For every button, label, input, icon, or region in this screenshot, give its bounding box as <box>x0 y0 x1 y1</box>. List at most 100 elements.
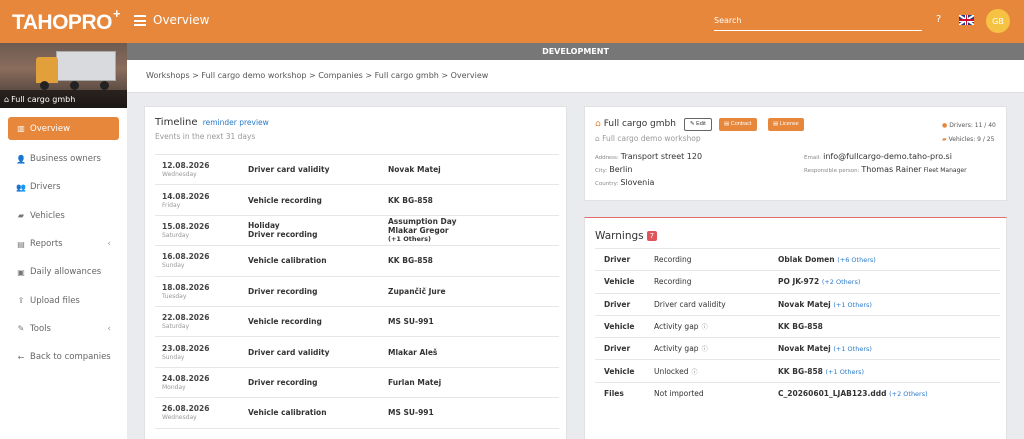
warning-object: KK BG-858 <box>778 314 1000 338</box>
event-object: Zupančič Jure <box>388 286 446 296</box>
warning-row[interactable]: Vehicle Recording PO JK-972 (+2 Others) <box>595 270 1000 294</box>
timeline-row[interactable]: 24.08.2026 Monday Driver recording Furlan M… <box>155 366 559 398</box>
contract-button[interactable]: ▤ Contract <box>719 118 757 131</box>
sidebar-item-drivers[interactable]: 👥 Drivers <box>0 173 127 201</box>
truck-wheel-graphic <box>40 81 49 90</box>
truck-wheel-graphic <box>70 81 79 90</box>
timeline-row[interactable]: 14.08.2026 Friday Vehicle recording KK BG-8… <box>155 184 559 216</box>
timeline-row[interactable]: 15.08.2026 Saturday Holiday Driver recordin… <box>155 214 559 246</box>
timeline-card: Timeline reminder preview Events in the … <box>144 106 567 439</box>
warning-object: PO JK-972 (+2 Others) <box>778 270 1000 294</box>
event-object: MS SU-991 <box>388 317 434 327</box>
breadcrumb[interactable]: Workshops > Full cargo demo workshop > C… <box>146 71 488 80</box>
home-icon: ⌂ <box>4 95 10 104</box>
others-link[interactable]: (+1 Others) <box>833 345 872 353</box>
search-input[interactable] <box>714 13 922 25</box>
timeline-row[interactable]: 26.08.2026 Wednesday Vehicle calibration MS… <box>155 397 559 429</box>
app-logo[interactable]: TAHOPRO+ <box>12 6 121 35</box>
truck-wheel-graphic <box>100 81 109 90</box>
edit-button[interactable]: ✎ Edit <box>684 118 712 131</box>
event-type-cell: Vehicle calibration <box>248 245 388 277</box>
home-icon: ⌂ <box>595 119 601 129</box>
event-type: Vehicle calibration <box>248 256 327 266</box>
search-box[interactable] <box>714 13 922 31</box>
others-link[interactable]: (+6 Others) <box>837 256 876 264</box>
warning-type: Activity gap ⓘ <box>654 337 778 360</box>
environment-banner: DEVELOPMENT <box>127 43 1024 60</box>
sidebar-nav: ▥ Overview 👤 Business owners 👥 Drivers ▰ Veh… <box>0 108 127 371</box>
event-date: 24.08.2026 Monday <box>155 366 248 398</box>
timeline-row[interactable]: 22.08.2026 Saturday Vehicle recording MS SU… <box>155 305 559 337</box>
info-circle-icon[interactable]: ⓘ <box>692 369 698 376</box>
report-icon: ▤ <box>17 239 25 249</box>
driver-icon: ● <box>942 122 948 129</box>
warning-object: KK BG-858 (+1 Others) <box>778 359 1000 383</box>
reminder-preview-link[interactable]: reminder preview <box>203 118 269 127</box>
event-object: KK BG-858 <box>388 195 433 205</box>
info-circle-icon[interactable]: ⓘ <box>702 324 708 331</box>
event-type-cell: Vehicle recording <box>248 184 388 216</box>
event-object-cell: Mlakar Aleš <box>388 336 559 368</box>
warnings-title: Warnings 7 <box>595 230 658 242</box>
truck-cab-graphic <box>36 57 58 83</box>
warning-row[interactable]: Vehicle Activity gap ⓘ KK BG-858 <box>595 314 1000 338</box>
page-title: Overview <box>153 13 210 27</box>
sidebar-item-upload-files[interactable]: ⇪ Upload files <box>0 286 127 314</box>
warnings-table: Driver Recording Oblak Domen (+6 Others) Ve… <box>595 247 1000 405</box>
event-type: Driver recording <box>248 286 318 296</box>
event-date: 16.08.2026 Sunday <box>155 245 248 277</box>
info-circle-icon[interactable]: ⓘ <box>702 346 708 353</box>
warning-object: Novak Matej (+1 Others) <box>778 292 1000 316</box>
user-avatar[interactable]: GB <box>986 9 1010 33</box>
others-link[interactable]: (+1 Others) <box>833 301 872 309</box>
sidebar-item-back-to-companies[interactable]: ← Back to companies <box>0 343 127 371</box>
warning-row[interactable]: Files Not imported C_20260601_LJAB123.ddd … <box>595 381 1000 405</box>
country-field: Country: Slovenia <box>595 178 655 187</box>
others-link[interactable]: (+2 Others) <box>822 278 861 286</box>
event-type-cell: Driver recording <box>248 427 388 439</box>
others-link[interactable]: (+2 Others) <box>889 390 928 398</box>
drivers-count: ● Drivers: 11 / 40 <box>942 122 996 129</box>
hamburger-menu-icon[interactable] <box>134 15 146 26</box>
event-type-cell: Driver recording <box>248 366 388 398</box>
event-date: 12.08.2026 Wednesday <box>155 153 248 185</box>
event-object-cell: MS SU-991 <box>388 397 559 429</box>
sidebar-item-daily-allowances[interactable]: ▣ Daily allowances <box>0 258 127 286</box>
event-object: Assumption Day <box>388 217 457 227</box>
event-type: Holiday <box>248 221 280 231</box>
others-link[interactable]: (+1 Others) <box>388 235 559 243</box>
language-flag-icon[interactable] <box>959 15 974 25</box>
event-date: 26.08.2026 Wednesday <box>155 397 248 429</box>
sidebar-item-business-owners[interactable]: 👤 Business owners <box>0 145 127 173</box>
warning-row[interactable]: Driver Activity gap ⓘ Novak Matej (+1 Other… <box>595 337 1000 360</box>
event-type-cell: Driver recording <box>248 275 388 307</box>
license-button[interactable]: ▤ License <box>768 118 804 131</box>
warning-row[interactable]: Driver Driver card validity Novak Matej (+… <box>595 292 1000 316</box>
sidebar-item-tools[interactable]: ✎ Tools ‹ <box>0 315 127 343</box>
event-object: Mlakar Gregor (+1 Others) <box>388 226 559 243</box>
event-date: 29.08.2026 <box>155 427 248 439</box>
sidebar-item-overview[interactable]: ▥ Overview <box>8 117 119 140</box>
timeline-row[interactable]: 12.08.2026 Wednesday Driver card validity N… <box>155 153 559 185</box>
sidebar-item-vehicles[interactable]: ▰ Vehicles <box>0 202 127 230</box>
timeline-title: Timeline reminder preview <box>155 117 269 128</box>
chart-icon: ▥ <box>17 124 25 133</box>
event-type: Driver card validity <box>248 165 330 175</box>
timeline-row[interactable]: 23.08.2026 Sunday Driver card validity Mlak… <box>155 336 559 368</box>
warning-row[interactable]: Driver Recording Oblak Domen (+6 Others) <box>595 247 1000 271</box>
warning-category: Driver <box>595 247 654 271</box>
warning-row[interactable]: Vehicle Unlocked ⓘ KK BG-858 (+1 Others) <box>595 359 1000 383</box>
timeline-row[interactable]: 29.08.2026Driver recordingPezman Luka <box>155 427 559 439</box>
timeline-row[interactable]: 18.08.2026 Tuesday Driver recording Zupanči… <box>155 275 559 307</box>
others-link[interactable]: (+1 Others) <box>826 368 865 376</box>
help-icon[interactable]: ? <box>936 14 941 25</box>
warning-type: Activity gap ⓘ <box>654 314 778 338</box>
company-banner-label[interactable]: ⌂ Full cargo gmbh <box>0 90 127 108</box>
sidebar-item-reports[interactable]: ▤ Reports ‹ <box>0 230 127 258</box>
workshop-name: ⌂ Full cargo demo workshop <box>595 134 701 143</box>
event-object-cell: Zupančič Jure <box>388 275 559 307</box>
warning-type: Recording <box>654 247 778 271</box>
timeline-row[interactable]: 16.08.2026 Sunday Vehicle calibration KK BG… <box>155 245 559 277</box>
upload-icon: ⇪ <box>17 296 25 306</box>
home-icon: ⌂ <box>595 134 600 143</box>
